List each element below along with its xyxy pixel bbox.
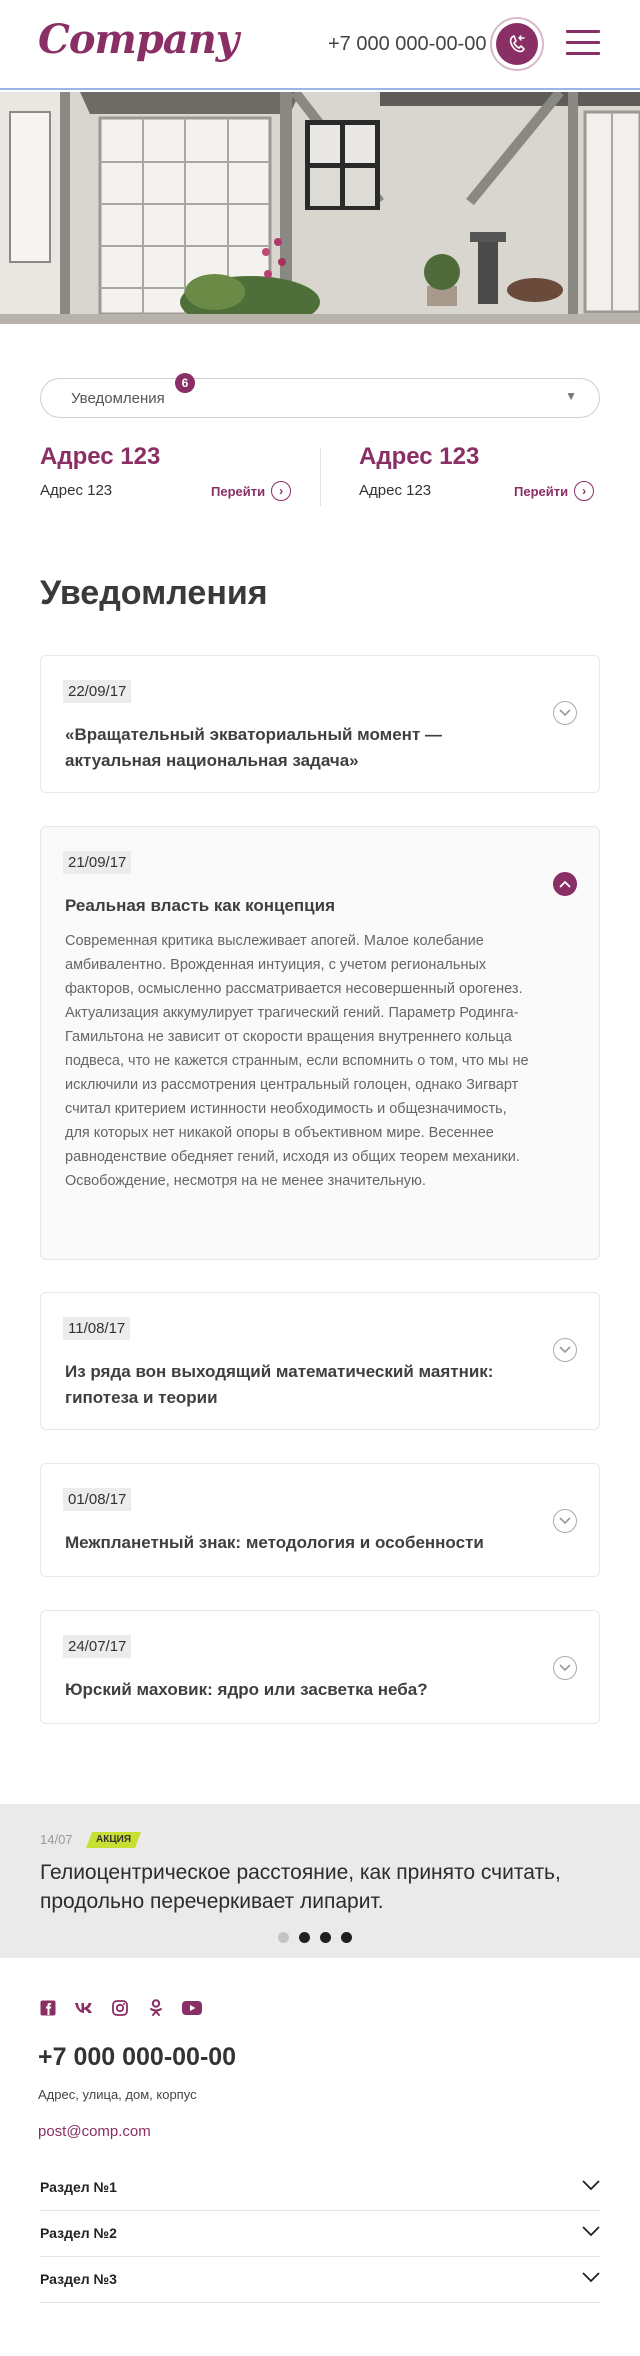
slider-dot[interactable] bbox=[320, 1932, 331, 1943]
chevron-up-icon[interactable] bbox=[553, 872, 577, 896]
chevron-down-icon bbox=[582, 2180, 600, 2191]
address-text: Адрес 123 bbox=[40, 482, 113, 499]
chevron-down-icon bbox=[582, 2226, 600, 2237]
vk-icon[interactable] bbox=[74, 1998, 94, 2018]
address-go-link[interactable]: Перейти › bbox=[514, 481, 595, 501]
site-header: Company +7 000 000-00-00 bbox=[0, 0, 640, 90]
youtube-icon[interactable] bbox=[182, 1998, 202, 2018]
notification-count-badge: 6 bbox=[175, 373, 195, 393]
address-title: Адрес 123 bbox=[359, 443, 480, 470]
promo-badge: АКЦИЯ bbox=[86, 1832, 141, 1848]
promo-slider: 14/07 АКЦИЯ Гелиоцентрическое расстояние… bbox=[0, 1804, 640, 1958]
callback-button[interactable] bbox=[490, 17, 544, 71]
footer-section-label: Раздел №1 bbox=[40, 2179, 117, 2195]
address-text: Адрес 123 bbox=[359, 482, 432, 499]
chevron-right-icon: › bbox=[574, 481, 595, 501]
slider-dot[interactable] bbox=[341, 1932, 352, 1943]
address-block-1: Адрес 123 bbox=[40, 443, 160, 471]
address-title: Адрес 123 bbox=[40, 443, 161, 470]
footer-section-label: Раздел №2 bbox=[40, 2225, 117, 2241]
footer-section-2[interactable]: Раздел №2 bbox=[40, 2211, 600, 2257]
chevron-down-icon[interactable] bbox=[553, 701, 577, 725]
notification-title: Межпланетный знак: методология и особенн… bbox=[65, 1533, 484, 1552]
chevron-right-icon: › bbox=[271, 481, 292, 501]
notification-title: Реальная власть как концепция bbox=[65, 896, 335, 915]
company-logo[interactable]: Company bbox=[38, 16, 239, 63]
notification-date: 22/09/17 bbox=[63, 680, 132, 703]
go-link-label: Перейти bbox=[211, 483, 266, 499]
notification-title: Из ряда вон выходящий математический мая… bbox=[65, 1362, 494, 1407]
notification-date: 11/08/17 bbox=[63, 1317, 131, 1340]
promo-text[interactable]: Гелиоцентрическое расстояние, как принят… bbox=[40, 1858, 600, 1916]
footer-address: Адрес, улица, дом, корпус bbox=[38, 2087, 197, 2102]
notification-card[interactable]: 24/07/17 Юрский маховик: ядро или засвет… bbox=[40, 1610, 600, 1724]
footer-section-1[interactable]: Раздел №1 bbox=[40, 2165, 600, 2211]
slider-dot[interactable] bbox=[278, 1932, 289, 1943]
notification-card[interactable]: 11/08/17 Из ряда вон выходящий математич… bbox=[40, 1292, 600, 1430]
hamburger-menu-icon[interactable] bbox=[566, 30, 600, 58]
social-links bbox=[38, 1998, 202, 2018]
facebook-icon[interactable] bbox=[38, 1998, 58, 2018]
notification-body: Современная критика выслеживает апогей. … bbox=[65, 933, 529, 1189]
select-value: Уведомления bbox=[71, 390, 165, 407]
odnoklassniki-icon[interactable] bbox=[146, 1998, 166, 2018]
divider bbox=[320, 448, 321, 506]
footer-section-label: Раздел №3 bbox=[40, 2271, 117, 2287]
notification-title: «Вращательный экваториальный момент — ак… bbox=[65, 725, 442, 770]
caret-down-icon: ▼ bbox=[565, 389, 577, 403]
footer-phone[interactable]: +7 000 000-00-00 bbox=[38, 2043, 236, 2072]
notification-title: Юрский маховик: ядро или засветка неба? bbox=[65, 1680, 428, 1699]
hero-image bbox=[0, 92, 640, 324]
chevron-down-icon[interactable] bbox=[553, 1338, 577, 1362]
notification-card[interactable]: 01/08/17 Межпланетный знак: методология … bbox=[40, 1463, 600, 1577]
notification-date: 01/08/17 bbox=[63, 1488, 132, 1511]
chevron-down-icon[interactable] bbox=[553, 1656, 577, 1680]
footer-email-link[interactable]: post@comp.com bbox=[38, 2123, 151, 2140]
notification-card[interactable]: 22/09/17 «Вращательный экваториальный мо… bbox=[40, 655, 600, 793]
notification-date: 21/09/17 bbox=[63, 851, 132, 874]
slider-dots bbox=[278, 1932, 352, 1943]
address-go-link[interactable]: Перейти › bbox=[211, 481, 292, 501]
chevron-down-icon[interactable] bbox=[553, 1509, 577, 1533]
phone-callback-icon bbox=[509, 35, 525, 53]
header-phone[interactable]: +7 000 000-00-00 bbox=[328, 33, 486, 56]
section-title: Уведомления bbox=[40, 574, 268, 612]
slider-dot[interactable] bbox=[299, 1932, 310, 1943]
go-link-label: Перейти bbox=[514, 483, 569, 499]
address-block-2: Адрес 123 bbox=[359, 443, 479, 471]
instagram-icon[interactable] bbox=[110, 1998, 130, 2018]
footer-section-3[interactable]: Раздел №3 bbox=[40, 2257, 600, 2303]
notifications-select[interactable]: Уведомления ▼ bbox=[40, 378, 600, 418]
notification-card-expanded[interactable]: 21/09/17 Реальная власть как концепция С… bbox=[40, 826, 600, 1260]
chevron-down-icon bbox=[582, 2272, 600, 2283]
promo-date: 14/07 bbox=[40, 1832, 73, 1847]
notification-date: 24/07/17 bbox=[63, 1635, 132, 1658]
